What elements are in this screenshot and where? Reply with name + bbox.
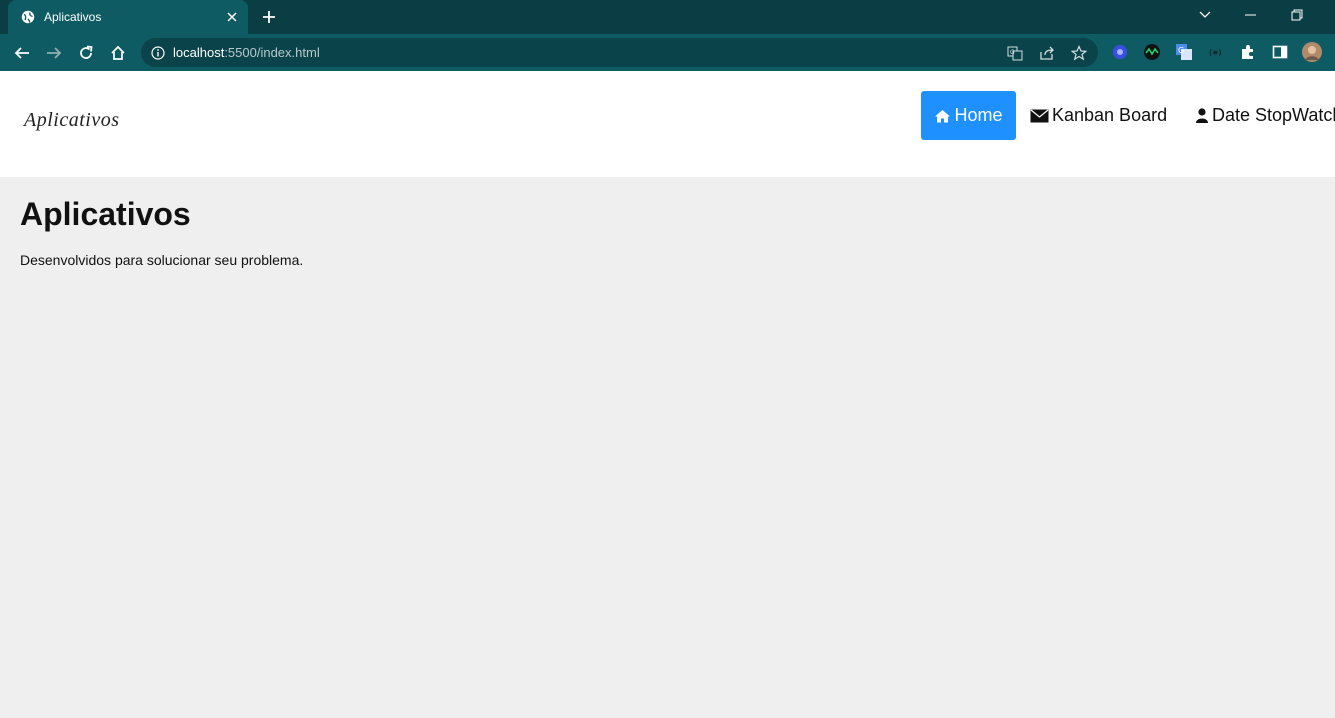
nav-home-label: Home — [954, 105, 1003, 125]
puzzle-icon[interactable] — [1238, 42, 1258, 62]
star-icon[interactable] — [1070, 44, 1088, 62]
tab-title: Aplicativos — [44, 10, 102, 24]
url-text: localhost:5500/index.html — [173, 45, 320, 60]
side-panel-icon[interactable] — [1270, 42, 1290, 62]
tab-search-chevron-icon[interactable] — [1194, 6, 1216, 24]
new-tab-button[interactable] — [258, 8, 280, 26]
home-icon — [935, 109, 951, 122]
envelope-icon — [1030, 109, 1049, 122]
page-heading: Aplicativos — [20, 196, 191, 232]
page-tagline: Desenvolvidos para solucionar seu proble… — [20, 252, 304, 268]
nav-kanban-link[interactable]: Kanban Board — [1030, 91, 1167, 140]
extension-gear-icon[interactable] — [1110, 42, 1130, 62]
info-icon[interactable] — [151, 45, 165, 60]
profile-avatar[interactable] — [1302, 42, 1322, 62]
close-icon[interactable] — [224, 9, 240, 25]
globe-icon — [21, 10, 35, 24]
browser-tab[interactable]: Aplicativos — [8, 0, 248, 34]
svg-text:(≡): (≡) — [1208, 48, 1222, 57]
extension-monitor-icon[interactable] — [1142, 42, 1162, 62]
user-icon — [1196, 108, 1208, 123]
nav-kanban-label: Kanban Board — [1052, 105, 1168, 125]
nav-stopwatch-label: Date StopWatch — [1212, 105, 1335, 125]
site-navbar: Aplicativos Home Kanban Board Date StopW… — [0, 71, 1335, 177]
address-bar[interactable]: localhost:5500/index.html G — [141, 38, 1098, 67]
share-icon[interactable] — [1038, 44, 1056, 62]
nav-stopwatch-link[interactable]: Date StopWatch — [1195, 91, 1335, 140]
extension-translate-icon[interactable]: G — [1174, 42, 1194, 62]
nav-home-link[interactable]: Home — [921, 91, 1016, 140]
back-arrow-icon[interactable] — [11, 42, 33, 64]
browser-toolbar: localhost:5500/index.html G G (≡) — [0, 34, 1335, 71]
minimize-icon[interactable] — [1240, 6, 1262, 24]
svg-text:G: G — [1178, 46, 1184, 55]
svg-text:G: G — [1010, 49, 1015, 56]
forward-arrow-icon[interactable] — [43, 42, 65, 64]
extension-code-icon[interactable]: (≡) — [1206, 42, 1226, 62]
reload-icon[interactable] — [75, 42, 97, 64]
home-icon[interactable] — [107, 42, 129, 64]
restore-icon[interactable] — [1286, 6, 1308, 24]
translate-icon[interactable]: G — [1006, 44, 1024, 62]
browser-tab-strip: Aplicativos — [0, 0, 1335, 34]
site-logo[interactable]: Aplicativos — [24, 109, 119, 132]
